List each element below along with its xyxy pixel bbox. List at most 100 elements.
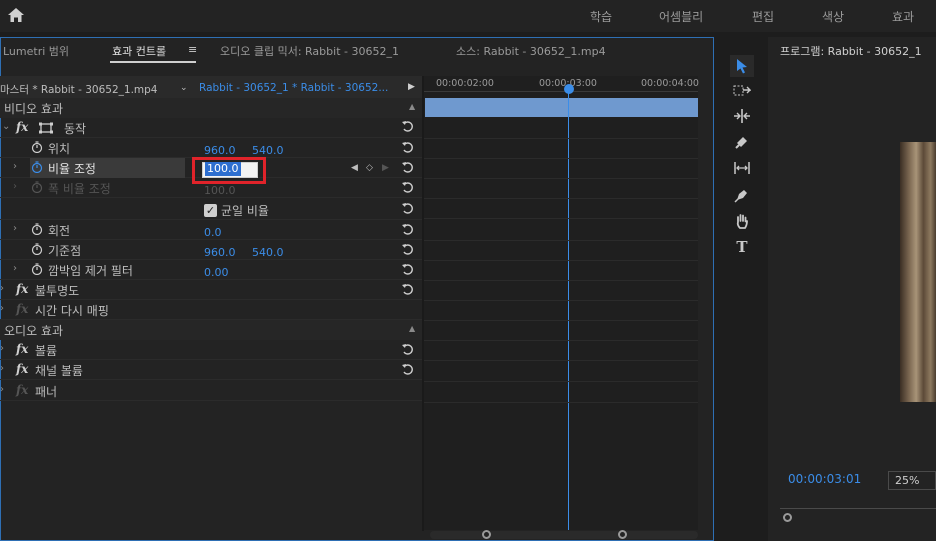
slip-tool[interactable] <box>730 157 754 179</box>
program-timecode[interactable]: 00:00:03:01 <box>788 472 861 486</box>
anchor-label: 기준점 <box>48 244 82 258</box>
time-ruler-line <box>424 91 698 92</box>
chevron-right-icon[interactable]: › <box>0 303 4 314</box>
timeline-row-divider <box>424 178 698 179</box>
chevron-right-icon[interactable]: › <box>13 161 17 172</box>
stopwatch-icon[interactable] <box>31 161 43 173</box>
hand-tool[interactable] <box>730 210 754 232</box>
flicker-label: 깜박임 제거 필터 <box>48 264 133 278</box>
scale-width-value: 100.0 <box>204 184 236 197</box>
tab-effect-controls[interactable]: 효과 컨트롤 <box>112 43 166 59</box>
fx-toggle-icon[interactable]: fx <box>16 120 28 134</box>
razor-tool[interactable] <box>730 131 754 153</box>
reset-icon[interactable] <box>401 282 415 296</box>
video-effects-header <box>0 98 422 118</box>
timecode-label: 00:00:02:00 <box>436 78 494 89</box>
timeline-scrollbar[interactable] <box>430 531 698 539</box>
timeline-row-divider <box>424 320 698 321</box>
reset-icon[interactable] <box>401 342 415 356</box>
anchor-x-value[interactable]: 960.0 <box>204 246 236 259</box>
reset-icon[interactable] <box>401 119 415 133</box>
selection-arrow-icon <box>737 59 747 74</box>
position-x-value[interactable]: 960.0 <box>204 144 236 157</box>
clip-bar[interactable] <box>425 98 698 117</box>
anchor-y-value[interactable]: 540.0 <box>252 246 284 259</box>
reset-icon[interactable] <box>401 201 415 215</box>
timeline-row-divider <box>424 198 698 199</box>
stopwatch-icon[interactable] <box>31 243 43 255</box>
add-keyframe-icon[interactable]: ◇ <box>366 163 373 173</box>
ripple-edit-tool[interactable] <box>730 105 754 127</box>
transform-icon[interactable] <box>38 122 56 134</box>
top-bar <box>0 0 936 32</box>
panel-split[interactable] <box>422 76 424 531</box>
master-clip-label[interactable]: 마스터 * Rabbit - 30652_1.mp4 <box>0 82 157 97</box>
tab-lumetri-scopes[interactable]: Lumetri 범위 <box>3 43 69 59</box>
play-only-audio-icon[interactable]: ▶ <box>408 82 415 92</box>
position-label: 위치 <box>48 142 71 156</box>
timeline-row-divider <box>424 218 698 219</box>
program-playhead-handle[interactable] <box>783 513 792 522</box>
scroll-handle-left[interactable] <box>482 530 491 539</box>
effect-timeline[interactable] <box>424 76 698 530</box>
reset-icon[interactable] <box>401 262 415 276</box>
chevron-right-icon[interactable]: › <box>0 283 4 294</box>
reset-icon[interactable] <box>401 180 415 194</box>
pen-icon <box>734 190 747 203</box>
volume-label: 볼륨 <box>35 344 58 358</box>
effect-row-volume <box>0 340 422 360</box>
fx-toggle-icon[interactable]: fx <box>16 342 28 356</box>
track-select-tool[interactable] <box>730 80 754 102</box>
timeline-row-divider <box>424 381 698 382</box>
stopwatch-icon[interactable] <box>31 263 43 275</box>
zoom-level-select[interactable]: 25% <box>888 471 936 490</box>
playhead-line[interactable] <box>568 86 569 530</box>
workspace-assembly[interactable]: 어셈블리 <box>659 8 703 25</box>
collapse-arrow-icon[interactable]: ▲ <box>409 324 415 333</box>
pen-tool[interactable] <box>730 184 754 206</box>
panel-menu-icon[interactable]: ≡ <box>188 43 197 56</box>
program-monitor-title[interactable]: 프로그램: Rabbit - 30652_1 <box>780 43 922 59</box>
playhead-handle[interactable] <box>564 84 574 94</box>
fx-toggle-icon[interactable]: fx <box>16 282 28 296</box>
sequence-clip-label[interactable]: Rabbit - 30652_1 * Rabbit - 30652... <box>199 82 388 94</box>
reset-icon[interactable] <box>401 242 415 256</box>
selection-tool[interactable] <box>730 55 754 77</box>
workspace-learn[interactable]: 학습 <box>590 8 612 25</box>
type-tool[interactable]: T <box>730 236 754 258</box>
scroll-handle-right[interactable] <box>618 530 627 539</box>
audio-effects-header <box>0 320 422 340</box>
reset-icon[interactable] <box>401 362 415 376</box>
chevron-right-icon[interactable]: › <box>0 384 4 395</box>
workspace-effects[interactable]: 효과 <box>892 8 914 25</box>
stopwatch-icon[interactable] <box>31 141 43 153</box>
chevron-right-icon[interactable]: › <box>13 263 17 274</box>
previous-keyframe-icon[interactable]: ◀ <box>351 163 358 173</box>
collapse-arrow-icon[interactable]: ▲ <box>409 102 415 111</box>
rotation-value[interactable]: 0.0 <box>204 226 222 239</box>
tab-audio-clip-mixer[interactable]: 오디오 클립 믹서: Rabbit - 30652_1 <box>220 43 399 59</box>
workspace-color[interactable]: 색상 <box>822 8 844 25</box>
workspace-editing[interactable]: 편집 <box>752 8 774 25</box>
chevron-down-icon[interactable]: ⌄ <box>2 121 10 132</box>
chevron-down-icon[interactable]: ⌄ <box>180 83 188 93</box>
flicker-value[interactable]: 0.00 <box>204 266 229 279</box>
scale-label: 비율 조정 <box>48 162 96 176</box>
chevron-right-icon[interactable]: › <box>0 343 4 354</box>
program-time-ruler[interactable] <box>780 508 936 514</box>
chevron-right-icon[interactable]: › <box>0 363 4 374</box>
position-y-value[interactable]: 540.0 <box>252 144 284 157</box>
tab-source[interactable]: 소스: Rabbit - 30652_1.mp4 <box>456 43 606 59</box>
fx-toggle-icon[interactable]: fx <box>16 362 28 376</box>
reset-icon[interactable] <box>401 140 415 154</box>
reset-icon[interactable] <box>401 222 415 236</box>
chevron-right-icon[interactable]: › <box>13 181 17 192</box>
home-icon[interactable] <box>7 7 25 23</box>
chevron-right-icon[interactable]: › <box>13 223 17 234</box>
fx-toggle-icon: fx <box>16 383 29 397</box>
reset-icon[interactable] <box>401 160 415 174</box>
timeline-row-divider <box>424 340 698 341</box>
stopwatch-icon[interactable] <box>31 223 43 235</box>
next-keyframe-icon[interactable]: ▶ <box>382 163 389 173</box>
uniform-scale-checkbox[interactable]: ✓ <box>204 204 217 217</box>
